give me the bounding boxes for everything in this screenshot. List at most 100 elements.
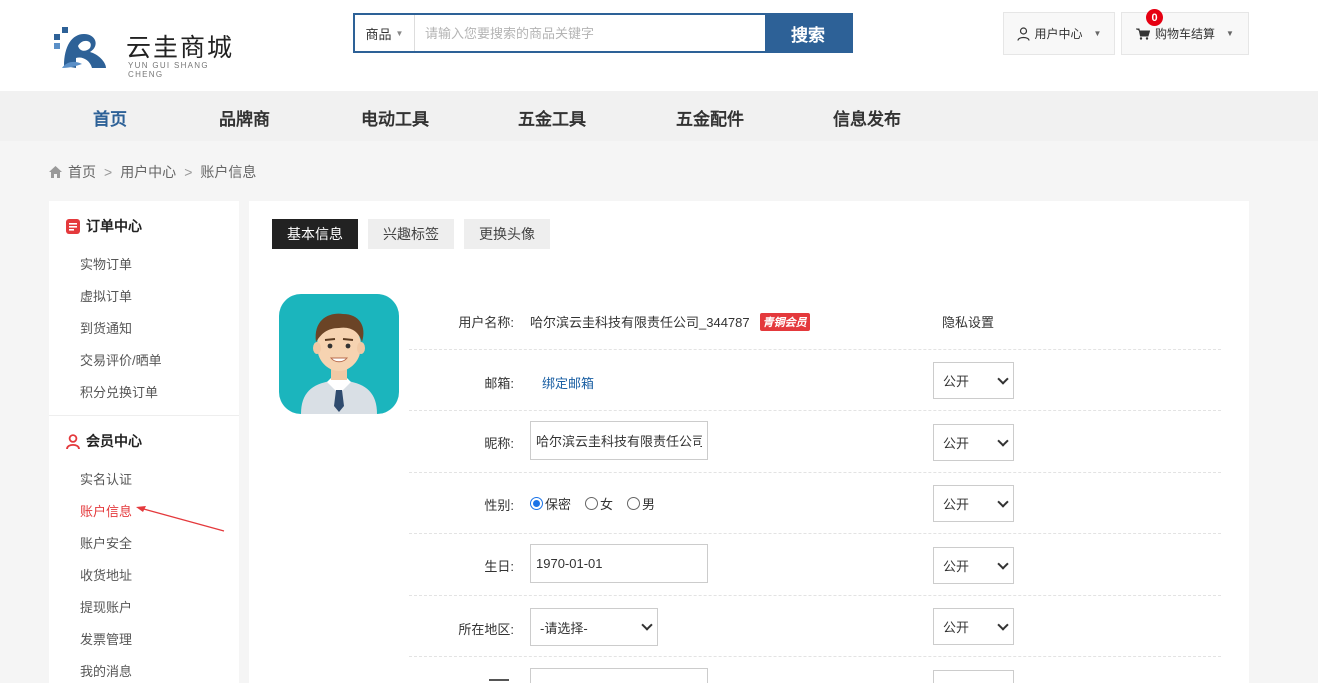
birthday-input[interactable] <box>530 544 708 583</box>
gender-option-label: 男 <box>642 497 656 512</box>
sidebar-item-arrival-notice[interactable]: 到货通知 <box>80 318 132 337</box>
next-row-label-fragment <box>489 679 509 683</box>
chevron-down-icon <box>997 372 1009 385</box>
caret-down-icon: ▼ <box>1226 29 1234 38</box>
tab-interest-tags[interactable]: 兴趣标签 <box>368 219 454 249</box>
sidebar-section-orders: 订单中心 <box>66 216 142 236</box>
region-privacy-select[interactable]: 公开 <box>933 608 1014 645</box>
sidebar-section-members: 会员中心 <box>66 431 142 451</box>
breadcrumb-user-center[interactable]: 用户中心 <box>120 162 176 182</box>
region-privacy-value: 公开 <box>943 620 970 635</box>
nickname-privacy-value: 公开 <box>943 436 970 451</box>
nickname-privacy-select[interactable]: 公开 <box>933 424 1014 461</box>
region-label: 所在地区: <box>458 622 514 637</box>
gender-privacy-select[interactable]: 公开 <box>933 485 1014 522</box>
cart-count-badge: 0 <box>1146 9 1163 26</box>
search-button[interactable]: 搜索 <box>765 15 851 51</box>
sidebar-section-members-title: 会员中心 <box>86 433 142 449</box>
sidebar-item-messages[interactable]: 我的消息 <box>80 661 132 680</box>
nav-item-info-publish[interactable]: 信息发布 <box>833 105 901 130</box>
site-header: 云圭商城 YUN GUI SHANG CHENG 商品 ▼ 搜索 用户中心 ▼ … <box>0 0 1318 91</box>
breadcrumb-separator: > <box>184 164 193 180</box>
account-info-panel: 基本信息 兴趣标签 更换头像 用户名称: 哈尔滨云圭科技有限责任公司_34478… <box>249 201 1249 683</box>
breadcrumb: 首页 > 用户中心 > 账户信息 <box>49 162 256 182</box>
main-nav: 首页 品牌商 电动工具 五金工具 五金配件 信息发布 <box>0 91 1318 141</box>
nickname-input[interactable] <box>530 421 708 460</box>
privacy-settings-title: 隐私设置 <box>942 315 995 330</box>
sidebar-item-reviews[interactable]: 交易评价/晒单 <box>80 350 162 369</box>
nav-item-power-tools[interactable]: 电动工具 <box>361 105 429 130</box>
sidebar-item-addresses[interactable]: 收货地址 <box>80 565 132 584</box>
nav-item-brands[interactable]: 品牌商 <box>219 105 270 130</box>
email-privacy-select[interactable]: 公开 <box>933 362 1014 399</box>
gender-option-male[interactable]: 男 <box>627 494 655 513</box>
radio-unselected-icon <box>585 497 599 510</box>
sidebar: 订单中心 实物订单 虚拟订单 到货通知 交易评价/晒单 积分兑换订单 会员中心 … <box>49 201 239 683</box>
next-row-input[interactable] <box>530 668 708 683</box>
row-divider <box>409 533 1221 534</box>
chevron-down-icon <box>641 619 653 631</box>
site-logo[interactable]: 云圭商城 YUN GUI SHANG CHENG <box>52 24 242 79</box>
birthday-privacy-value: 公开 <box>943 559 970 574</box>
tab-change-avatar[interactable]: 更换头像 <box>464 219 550 249</box>
search-category-label: 商品 <box>365 26 392 42</box>
nav-item-home[interactable]: 首页 <box>93 105 127 130</box>
logo-mark-icon <box>54 27 106 68</box>
row-divider <box>409 595 1221 596</box>
gender-option-female[interactable]: 女 <box>585 494 613 513</box>
sidebar-divider <box>49 415 239 416</box>
sidebar-item-virtual-orders[interactable]: 虚拟订单 <box>80 286 132 305</box>
radio-selected-icon <box>530 497 543 510</box>
next-row-privacy-select[interactable] <box>933 670 1014 683</box>
chevron-down-icon <box>997 495 1009 508</box>
vip-level-badge: 青铜会员 <box>759 312 810 331</box>
birthday-label: 生日: <box>484 559 514 574</box>
chevron-down-icon <box>997 557 1009 570</box>
gender-option-label: 女 <box>600 497 614 512</box>
sidebar-item-account-security[interactable]: 账户安全 <box>80 533 132 552</box>
home-icon <box>49 166 62 178</box>
logo-name-en: YUN GUI SHANG CHENG <box>128 61 209 79</box>
search-input[interactable] <box>415 15 765 51</box>
row-divider <box>409 349 1221 350</box>
radio-unselected-icon <box>627 497 641 510</box>
sidebar-item-account-info[interactable]: 账户信息 <box>80 501 132 520</box>
bind-email-link[interactable]: 绑定邮箱 <box>542 373 594 392</box>
gender-option-label: 保密 <box>545 497 572 512</box>
user-center-dropdown[interactable]: 用户中心 ▼ <box>1003 12 1115 55</box>
gender-privacy-value: 公开 <box>943 497 970 512</box>
member-icon <box>66 433 80 449</box>
birthday-privacy-select[interactable]: 公开 <box>933 547 1014 584</box>
username-value: 哈尔滨云圭科技有限责任公司_344787 <box>530 315 750 330</box>
search-bar: 商品 ▼ 搜索 <box>353 13 853 53</box>
sidebar-item-physical-orders[interactable]: 实物订单 <box>80 254 132 273</box>
logo-name-cn: 云圭商城 <box>126 33 235 62</box>
chevron-down-icon <box>997 618 1009 631</box>
sidebar-item-withdraw-account[interactable]: 提现账户 <box>80 597 132 616</box>
username-display: 哈尔滨云圭科技有限责任公司_344787 青铜会员 <box>530 312 810 331</box>
caret-down-icon: ▼ <box>395 28 404 38</box>
chevron-down-icon <box>997 434 1009 447</box>
cart-checkout-dropdown[interactable]: 0 购物车结算 ▼ <box>1121 9 1249 55</box>
user-center-label: 用户中心 <box>1034 27 1083 41</box>
breadcrumb-home[interactable]: 首页 <box>68 162 96 182</box>
sidebar-item-real-name[interactable]: 实名认证 <box>80 469 132 488</box>
gender-radio-group: 保密 女 男 <box>530 494 655 513</box>
nav-item-hardware-tools[interactable]: 五金工具 <box>518 105 586 130</box>
gender-label: 性别: <box>484 498 514 513</box>
region-select-value: -请选择- <box>540 620 588 636</box>
gender-option-secret[interactable]: 保密 <box>530 494 571 513</box>
nav-item-hardware-parts[interactable]: 五金配件 <box>676 105 744 130</box>
tab-basic-info[interactable]: 基本信息 <box>272 219 358 249</box>
nickname-label: 昵称: <box>484 436 514 451</box>
caret-down-icon: ▼ <box>1093 29 1102 38</box>
row-divider <box>409 656 1221 657</box>
sidebar-item-invoices[interactable]: 发票管理 <box>80 629 132 648</box>
search-category-select[interactable]: 商品 ▼ <box>355 15 415 51</box>
order-icon <box>66 218 80 234</box>
region-select[interactable]: -请选择- <box>530 608 658 646</box>
row-divider <box>409 410 1221 411</box>
email-privacy-value: 公开 <box>943 374 970 389</box>
sidebar-item-points-orders[interactable]: 积分兑换订单 <box>80 382 158 401</box>
avatar <box>279 294 399 414</box>
